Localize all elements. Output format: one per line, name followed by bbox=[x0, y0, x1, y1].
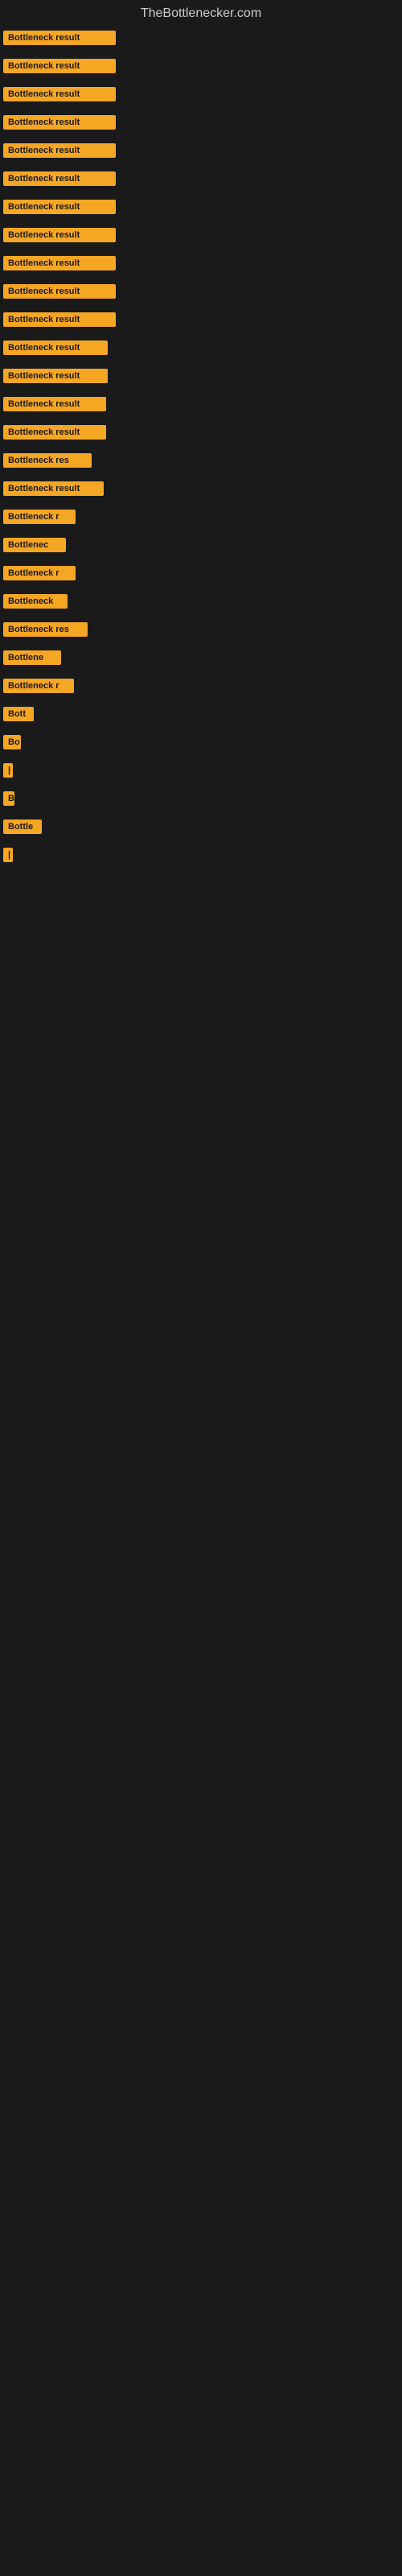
bar-row: Bottleneck r bbox=[0, 679, 402, 697]
bar-row: Bottleneck result bbox=[0, 369, 402, 387]
bar-row: Bottleneck res bbox=[0, 453, 402, 472]
bottleneck-result-bar: | bbox=[3, 763, 13, 778]
bar-row: Bottleneck result bbox=[0, 200, 402, 218]
bar-row: Bottleneck res bbox=[0, 622, 402, 641]
bar-row: Bottlene bbox=[0, 650, 402, 669]
bar-row: Bott bbox=[0, 707, 402, 725]
bar-row: Bottleneck result bbox=[0, 341, 402, 359]
bottleneck-result-bar: Bottleneck res bbox=[3, 453, 92, 468]
bottleneck-result-bar: Bottleneck bbox=[3, 594, 68, 609]
bottleneck-result-bar: Bottleneck r bbox=[3, 679, 74, 693]
bottleneck-result-bar: Bottleneck result bbox=[3, 59, 116, 73]
bar-row: Bottle bbox=[0, 819, 402, 838]
bottleneck-result-bar: Bottleneck result bbox=[3, 171, 116, 186]
bar-row: Bottleneck result bbox=[0, 59, 402, 77]
bar-row: | bbox=[0, 763, 402, 782]
bar-row: Bottleneck result bbox=[0, 284, 402, 303]
bar-row: Bottleneck result bbox=[0, 256, 402, 275]
bar-row: Bottleneck result bbox=[0, 228, 402, 246]
bottleneck-result-bar: Bottlenec bbox=[3, 538, 66, 552]
bottleneck-result-bar: Bottleneck result bbox=[3, 284, 116, 299]
bar-row: B bbox=[0, 791, 402, 810]
bottleneck-result-bar: Bottle bbox=[3, 819, 42, 834]
bottleneck-result-bar: Bottlene bbox=[3, 650, 61, 665]
bar-row: Bottleneck result bbox=[0, 312, 402, 331]
bar-row: Bottleneck r bbox=[0, 510, 402, 528]
bar-row: Bottleneck bbox=[0, 594, 402, 613]
bottleneck-result-bar: Bottleneck result bbox=[3, 228, 116, 242]
bar-row: Bottleneck result bbox=[0, 31, 402, 49]
bottleneck-result-bar: Bottleneck result bbox=[3, 143, 116, 158]
bottleneck-result-bar: | bbox=[3, 848, 13, 862]
bottleneck-result-bar: Bottleneck result bbox=[3, 397, 106, 411]
bottleneck-result-bar: Bottleneck r bbox=[3, 510, 76, 524]
bar-row: Bottleneck result bbox=[0, 481, 402, 500]
bars-container: Bottleneck result Bottleneck result Bottle… bbox=[0, 31, 402, 866]
bottleneck-result-bar: Bottleneck result bbox=[3, 312, 116, 327]
bar-row: Bottlenec bbox=[0, 538, 402, 556]
bar-row: Bottleneck result bbox=[0, 171, 402, 190]
site-title: TheBottlenecker.com bbox=[0, 0, 402, 31]
bar-row: Bottleneck result bbox=[0, 87, 402, 105]
bottleneck-result-bar: Bottleneck result bbox=[3, 256, 116, 270]
bottleneck-result-bar: Bo bbox=[3, 735, 21, 749]
bar-row: Bottleneck result bbox=[0, 143, 402, 162]
bar-row: Bottleneck result bbox=[0, 115, 402, 134]
bottleneck-result-bar: Bott bbox=[3, 707, 34, 721]
bottleneck-result-bar: Bottleneck r bbox=[3, 566, 76, 580]
bar-row: Bottleneck result bbox=[0, 425, 402, 444]
bottleneck-result-bar: B bbox=[3, 791, 14, 806]
bar-row: | bbox=[0, 848, 402, 866]
bottleneck-result-bar: Bottleneck result bbox=[3, 87, 116, 101]
bar-row: Bottleneck r bbox=[0, 566, 402, 584]
bottleneck-result-bar: Bottleneck result bbox=[3, 481, 104, 496]
bottleneck-result-bar: Bottleneck result bbox=[3, 31, 116, 45]
bottleneck-result-bar: Bottleneck result bbox=[3, 341, 108, 355]
bar-row: Bo bbox=[0, 735, 402, 753]
bottleneck-result-bar: Bottleneck result bbox=[3, 115, 116, 130]
bottleneck-result-bar: Bottleneck result bbox=[3, 369, 108, 383]
bottleneck-result-bar: Bottleneck result bbox=[3, 200, 116, 214]
bar-row: Bottleneck result bbox=[0, 397, 402, 415]
bottleneck-result-bar: Bottleneck res bbox=[3, 622, 88, 637]
bottleneck-result-bar: Bottleneck result bbox=[3, 425, 106, 440]
